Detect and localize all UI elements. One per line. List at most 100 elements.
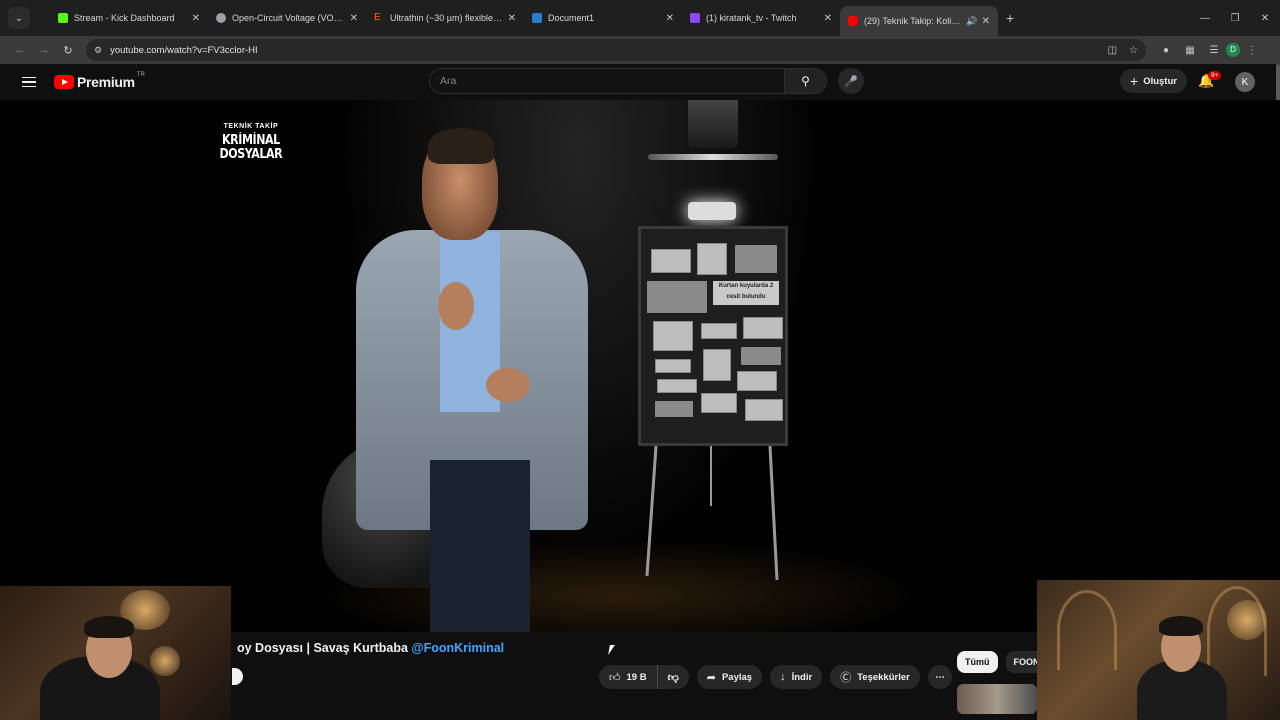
tab-close-icon[interactable]: ✕ — [508, 13, 516, 24]
board-photo — [647, 281, 707, 313]
tab-close-icon[interactable]: ✕ — [192, 13, 200, 24]
browser-tab[interactable]: Open-Circuit Voltage (VOC) Enl ✕ — [208, 0, 366, 36]
youtube-play-icon — [54, 75, 74, 89]
microphone-icon[interactable]: 🎤 — [838, 68, 864, 94]
toolbar-right: ● ▦ ☰ D ⋮ — [1154, 43, 1264, 57]
create-button[interactable]: + Oluştur — [1120, 69, 1187, 93]
share-label: Paylaş — [721, 671, 753, 683]
related-video-thumbnail[interactable] — [957, 684, 1037, 714]
tab-title: Stream - Kick Dashboard — [74, 13, 175, 23]
thanks-button[interactable]: Ⓒ Teşekkürler — [830, 665, 920, 689]
profile-avatar[interactable]: D — [1226, 43, 1240, 57]
browser-tab[interactable]: E Ultrathin (~30 µm) flexible mon ✕ — [366, 0, 524, 36]
board-lamp — [688, 202, 736, 220]
speaker-icon[interactable]: 🔊 — [966, 16, 977, 27]
download-button[interactable]: ↓ İndir — [770, 665, 823, 689]
lamp-glow — [150, 646, 180, 676]
browser-tab-strip: ⌄ Stream - Kick Dashboard ✕ Open-Circuit… — [0, 0, 1280, 36]
tab-search-button[interactable]: ⌄ — [8, 7, 30, 29]
more-actions-button[interactable]: ⋯ — [927, 665, 952, 689]
logo-line-1: KRİMİNAL — [222, 133, 280, 148]
search-icon[interactable]: ⚲ — [784, 69, 826, 93]
board-clipping — [703, 349, 731, 381]
youtube-header: Premium TR ⚲ 🎤 + Oluştur 🔔 9+ K — [0, 64, 1280, 100]
board-photo — [653, 321, 693, 351]
ceiling-lamp — [688, 100, 738, 148]
action-bar: 👍︎ 19 B 👎︎ ➦ Paylaş ↓ İndir Ⓒ Teşekkürle… — [599, 665, 960, 689]
like-count: 19 B — [626, 671, 647, 683]
restore-icon[interactable]: ❐ — [1220, 13, 1250, 24]
streamer-hair — [84, 616, 134, 638]
lamp-glow — [1227, 600, 1267, 640]
hamburger-menu-icon[interactable] — [22, 74, 36, 91]
close-window-icon[interactable]: ✕ — [1250, 13, 1280, 24]
video-frame: Kurtan kuyularda 2 cesit bulundu — [0, 100, 1280, 632]
install-app-icon[interactable]: ◫ — [1108, 45, 1117, 56]
address-bar[interactable]: ⚙ youtube.com/watch?v=FV3cclor-HI ◫ ☆ — [86, 39, 1146, 61]
channel-mention-link[interactable]: @FoonKriminal — [411, 641, 504, 655]
country-code: TR — [136, 72, 145, 78]
lamp-rim — [648, 154, 778, 160]
elsevier-favicon-icon: E — [374, 12, 381, 23]
browser-tab[interactable]: (1) kiratank_tv - Twitch ✕ — [682, 0, 840, 36]
channel-watermark-logo: TEKNİK TAKİP KRİMİNAL DOSYALAR — [214, 120, 288, 162]
thanks-dollar-icon: Ⓒ — [840, 672, 852, 684]
globe-favicon-icon — [216, 13, 226, 23]
tab-close-icon[interactable]: ✕ — [824, 13, 832, 24]
presenter-pants — [430, 460, 530, 632]
search-input[interactable] — [430, 69, 784, 93]
chip-all[interactable]: Tümü — [957, 651, 998, 673]
board-clipping — [745, 399, 783, 421]
tab-close-icon[interactable]: ✕ — [666, 13, 674, 24]
board-photo — [737, 371, 777, 391]
tab-close-icon[interactable]: ✕ — [350, 13, 358, 24]
like-dislike-group: 👍︎ 19 B 👎︎ — [599, 665, 689, 689]
back-icon[interactable]: ← — [8, 44, 32, 56]
logo-line-2: DOSYALAR — [219, 147, 283, 162]
menu-kebab-icon[interactable]: ⋮ — [1240, 45, 1264, 56]
browser-tab-active[interactable]: (29) Teknik Takip: Kolici Orh 🔊 ✕ — [840, 6, 998, 36]
media-controls-icon[interactable]: ☰ — [1202, 45, 1226, 56]
tab-close-icon[interactable]: ✕ — [982, 16, 990, 27]
board-photo — [697, 243, 727, 275]
extensions-puzzle-icon[interactable]: ▦ — [1178, 45, 1202, 56]
webcam-overlay-right — [1037, 580, 1280, 720]
like-button[interactable]: 👍︎ 19 B — [599, 665, 658, 689]
channel-avatar-edge[interactable] — [232, 668, 243, 685]
share-button[interactable]: ➦ Paylaş — [696, 665, 763, 689]
bookmark-star-icon[interactable]: ☆ — [1129, 45, 1138, 56]
board-photo — [701, 393, 737, 413]
extension-circle-icon[interactable]: ● — [1154, 45, 1178, 56]
twitch-favicon-icon — [690, 13, 700, 23]
tab-title: Document1 — [548, 13, 595, 23]
board-photo — [651, 249, 691, 273]
url-text: youtube.com/watch?v=FV3cclor-HI — [110, 44, 258, 56]
browser-tab[interactable]: Stream - Kick Dashboard ✕ — [50, 0, 208, 36]
board-photo — [741, 347, 781, 365]
minimize-icon[interactable]: — — [1190, 13, 1220, 24]
youtube-logo[interactable]: Premium TR — [54, 72, 145, 90]
reload-icon[interactable]: ↻ — [56, 44, 80, 57]
download-label: İndir — [791, 671, 813, 683]
webcam-overlay-left — [0, 586, 231, 720]
browser-toolbar: ← → ↻ ⚙ youtube.com/watch?v=FV3cclor-HI … — [0, 36, 1280, 64]
new-tab-button[interactable]: + — [1006, 10, 1014, 26]
dislike-button[interactable]: 👎︎ — [658, 671, 689, 684]
notification-badge: 9+ — [1208, 71, 1222, 80]
forward-icon[interactable]: → — [32, 44, 56, 56]
share-arrow-icon: ➦ — [706, 671, 716, 684]
video-player[interactable]: Kurtan kuyularda 2 cesit bulundu TEKNİK … — [0, 100, 1280, 632]
board-clipping — [743, 317, 783, 339]
video-title-text: oy Dosyası | Savaş Kurtbaba — [237, 641, 412, 655]
window-arch — [1057, 590, 1117, 670]
site-info-icon[interactable]: ⚙ — [94, 45, 102, 56]
board-headline: Kurtan kuyularda 2 cesit bulundu — [713, 281, 779, 305]
video-title: oy Dosyası | Savaş Kurtbaba @FoonKrimina… — [237, 641, 504, 655]
download-icon: ↓ — [780, 671, 786, 683]
tab-title: (1) kiratank_tv - Twitch — [706, 13, 797, 23]
browser-tab[interactable]: Document1 ✕ — [524, 0, 682, 36]
board-clipping — [655, 359, 691, 373]
account-avatar[interactable]: K — [1235, 72, 1255, 92]
presenter-hand — [486, 368, 530, 402]
thumbs-up-icon: 👍︎ — [609, 671, 621, 684]
